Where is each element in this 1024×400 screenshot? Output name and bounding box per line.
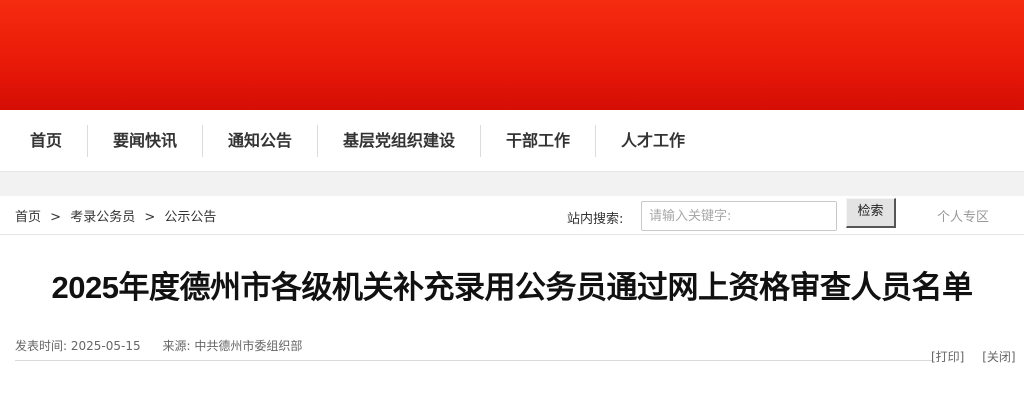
publish-date: 2025-05-15: [70, 339, 141, 353]
personal-zone-link[interactable]: 个人专区: [937, 206, 989, 225]
print-link[interactable]: [打印]: [931, 350, 964, 364]
article-meta: 发表时间: 2025-05-15 来源: 中共德州市委组织部: [15, 337, 302, 354]
nav-item-home[interactable]: 首页: [30, 110, 62, 172]
source-value: 中共德州市委组织部: [194, 339, 303, 353]
article-actions: [打印] [关闭]: [931, 348, 1016, 365]
location-search-bar: 首页 > 考录公务员 > 公示公告 站内搜索: 检索 个人专区: [0, 196, 1024, 235]
breadcrumb-separator: >: [50, 210, 62, 225]
breadcrumb-separator: >: [144, 210, 156, 225]
breadcrumb-civil-service[interactable]: 考录公务员: [70, 210, 135, 225]
publish-time-label: 发表时间:: [15, 339, 68, 353]
article-title: 2025年度德州市各级机关补充录用公务员通过网上资格审查人员名单: [51, 270, 973, 305]
breadcrumb-announcements[interactable]: 公示公告: [164, 210, 216, 225]
nav-item-news[interactable]: 要闻快讯: [113, 110, 177, 172]
nav-item-party-building[interactable]: 基层党组织建设: [343, 110, 455, 172]
nav-divider: [87, 125, 88, 157]
nav-divider: [317, 125, 318, 157]
source-label: 来源:: [162, 339, 191, 353]
breadcrumb: 首页 > 考录公务员 > 公示公告: [15, 206, 216, 225]
nav-divider: [202, 125, 203, 157]
main-nav: 首页 要闻快讯 通知公告 基层党组织建设 干部工作 人才工作: [0, 110, 1024, 172]
search-input[interactable]: [641, 201, 837, 231]
nav-divider: [595, 125, 596, 157]
gray-spacer: [0, 172, 1024, 196]
nav-item-cadre-work[interactable]: 干部工作: [506, 110, 570, 172]
breadcrumb-home[interactable]: 首页: [15, 210, 41, 225]
close-link[interactable]: [关闭]: [982, 350, 1015, 364]
nav-divider: [480, 125, 481, 157]
meta-divider: [15, 360, 932, 361]
nav-item-notices[interactable]: 通知公告: [228, 110, 292, 172]
nav-item-talent-work[interactable]: 人才工作: [621, 110, 685, 172]
header-banner: [0, 0, 1024, 110]
search-button[interactable]: 检索: [846, 198, 896, 228]
search-label: 站内搜索:: [567, 212, 624, 227]
